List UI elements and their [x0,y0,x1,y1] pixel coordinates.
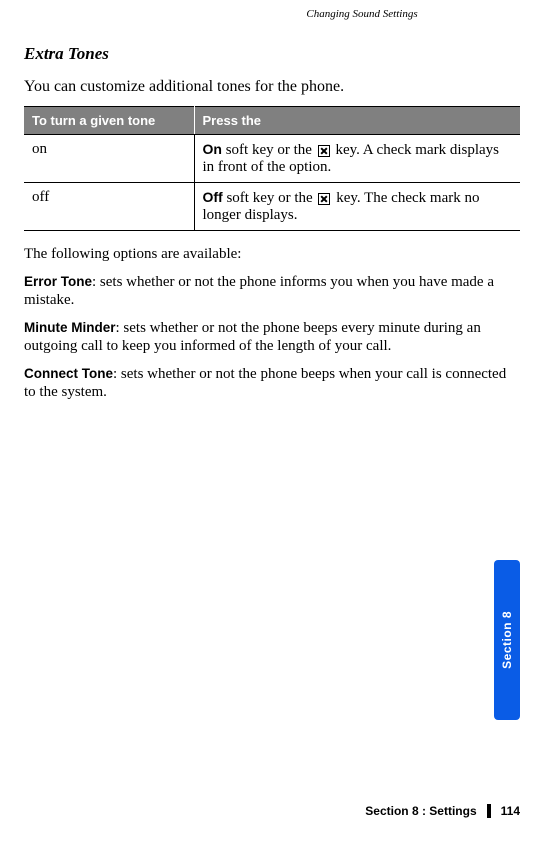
option-minute-minder: Minute Minder: sets whether or not the p… [24,319,520,355]
page: Changing Sound Settings Extra Tones You … [0,0,544,842]
footer: Section 8 : Settings 114 [365,804,520,818]
footer-section: Section 8 : Settings [365,804,476,818]
bold-on: On [203,141,222,157]
text-fragment: soft key or the [223,190,317,206]
cancel-key-icon [318,145,330,157]
option-connect-tone: Connect Tone: sets whether or not the ph… [24,365,520,401]
bold-off: Off [203,189,223,205]
section-tab-label: Section 8 [500,611,514,669]
table-cell-on: on [24,135,194,183]
section-tab: Section 8 [494,560,520,720]
header-breadcrumb: Changing Sound Settings [204,8,520,20]
table-header-col2: Press the [194,107,520,135]
option-desc: : sets whether or not the phone informs … [24,274,494,308]
option-name: Error Tone [24,274,92,289]
table-header-col1: To turn a given tone [24,107,194,135]
intro-text: You can customize additional tones for t… [24,78,520,96]
option-name: Minute Minder [24,320,116,335]
option-name: Connect Tone [24,366,113,381]
footer-page-number: 114 [501,804,520,818]
option-error-tone: Error Tone: sets whether or not the phon… [24,273,520,309]
options-intro: The following options are available: [24,245,520,263]
cancel-key-icon [318,193,330,205]
table-cell-off: off [24,183,194,231]
text-fragment: soft key or the [222,142,316,158]
table-cell-off-desc: Off soft key or the key. The check mark … [194,183,520,231]
table-row: off Off soft key or the key. The check m… [24,183,520,231]
table-cell-on-desc: On soft key or the key. A check mark dis… [194,135,520,183]
table-row: on On soft key or the key. A check mark … [24,135,520,183]
section-title: Extra Tones [24,44,520,64]
footer-divider [487,804,491,818]
tone-table: To turn a given tone Press the on On sof… [24,106,520,231]
